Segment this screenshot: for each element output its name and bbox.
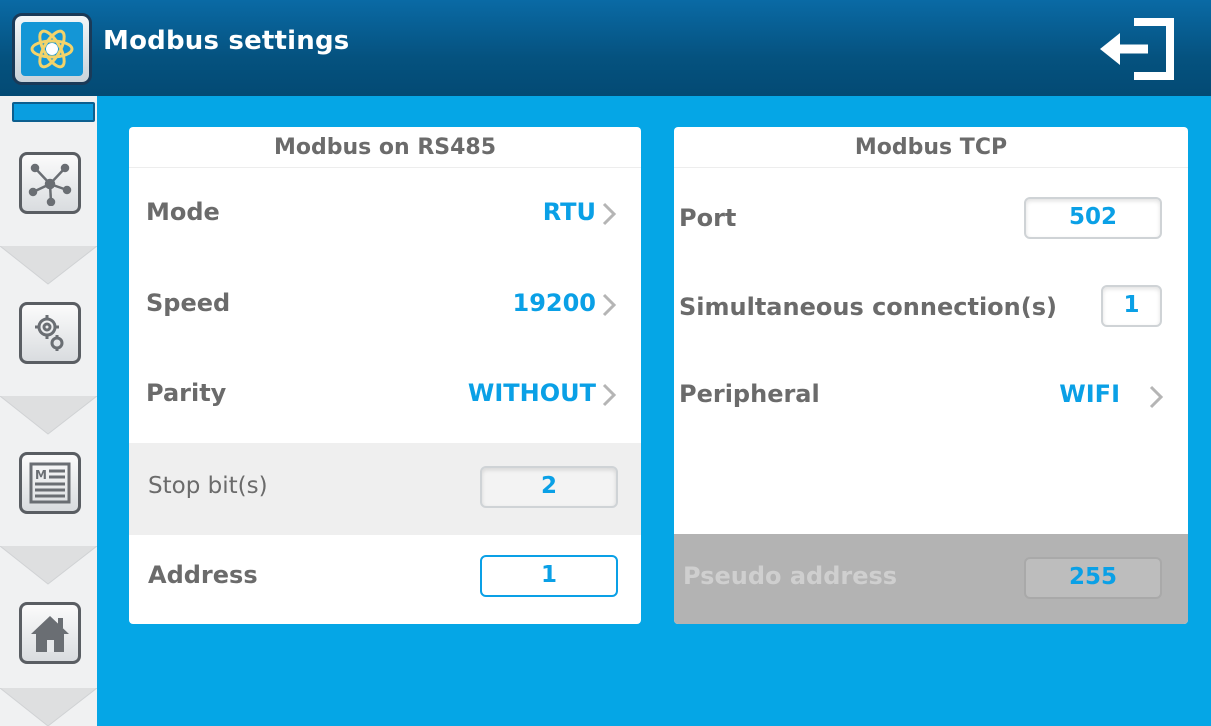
port-label: Port xyxy=(679,204,737,232)
chevron-right-icon xyxy=(602,293,617,317)
tcp-panel: Modbus TCP Port 502 Simultaneous connect… xyxy=(674,127,1188,624)
header-bar: Modbus settings xyxy=(0,0,1211,96)
sidebar-divider xyxy=(0,546,97,585)
home-icon xyxy=(31,616,69,652)
parity-value: WITHOUT xyxy=(467,379,596,407)
address-label: Address xyxy=(148,561,258,589)
chevron-right-icon xyxy=(602,383,617,407)
stop-bits-field[interactable]: 2 xyxy=(480,466,618,508)
sidebar-divider xyxy=(0,396,97,435)
exit-icon xyxy=(1100,18,1174,80)
rs485-title: Modbus on RS485 xyxy=(273,135,497,160)
speed-value: 19200 xyxy=(512,289,597,317)
svg-text:M: M xyxy=(35,468,47,482)
atom-icon[interactable] xyxy=(12,13,92,85)
address-field[interactable]: 1 xyxy=(480,555,618,597)
connections-field[interactable]: 1 xyxy=(1101,285,1162,327)
sidebar: M xyxy=(0,96,97,726)
sidebar-indicator xyxy=(12,102,95,122)
tcp-title: Modbus TCP xyxy=(854,135,1008,160)
port-field[interactable]: 502 xyxy=(1024,197,1162,239)
settings-gears-icon xyxy=(35,315,64,351)
divider xyxy=(674,167,1188,168)
peripheral-label: Peripheral xyxy=(679,380,820,408)
divider xyxy=(129,167,641,168)
sidebar-divider xyxy=(0,246,97,285)
sidebar-network-button[interactable] xyxy=(19,152,81,214)
exit-button[interactable] xyxy=(1096,16,1176,82)
connections-label: Simultaneous connection(s) xyxy=(679,293,1057,321)
chevron-right-icon xyxy=(602,202,617,226)
sidebar-settings-button[interactable] xyxy=(19,302,81,364)
pseudo-address-label: Pseudo address xyxy=(683,562,898,590)
network-icon xyxy=(28,163,72,206)
menu-list-icon: M xyxy=(29,462,71,504)
sidebar-home-button[interactable] xyxy=(19,602,81,664)
sidebar-divider xyxy=(0,688,97,726)
stop-bits-label: Stop bit(s) xyxy=(148,473,268,499)
mode-label: Mode xyxy=(146,198,220,226)
pseudo-address-field: 255 xyxy=(1024,557,1162,599)
peripheral-value: WIFI xyxy=(1059,380,1120,408)
sidebar-menu-button[interactable]: M xyxy=(19,452,81,514)
rs485-panel: Modbus on RS485 Mode RTU Speed 19200 Par… xyxy=(129,127,641,624)
speed-label: Speed xyxy=(146,289,231,317)
page-title: Modbus settings xyxy=(103,26,350,56)
chevron-right-icon xyxy=(1149,385,1164,409)
parity-label: Parity xyxy=(146,379,227,407)
mode-value: RTU xyxy=(542,198,596,226)
